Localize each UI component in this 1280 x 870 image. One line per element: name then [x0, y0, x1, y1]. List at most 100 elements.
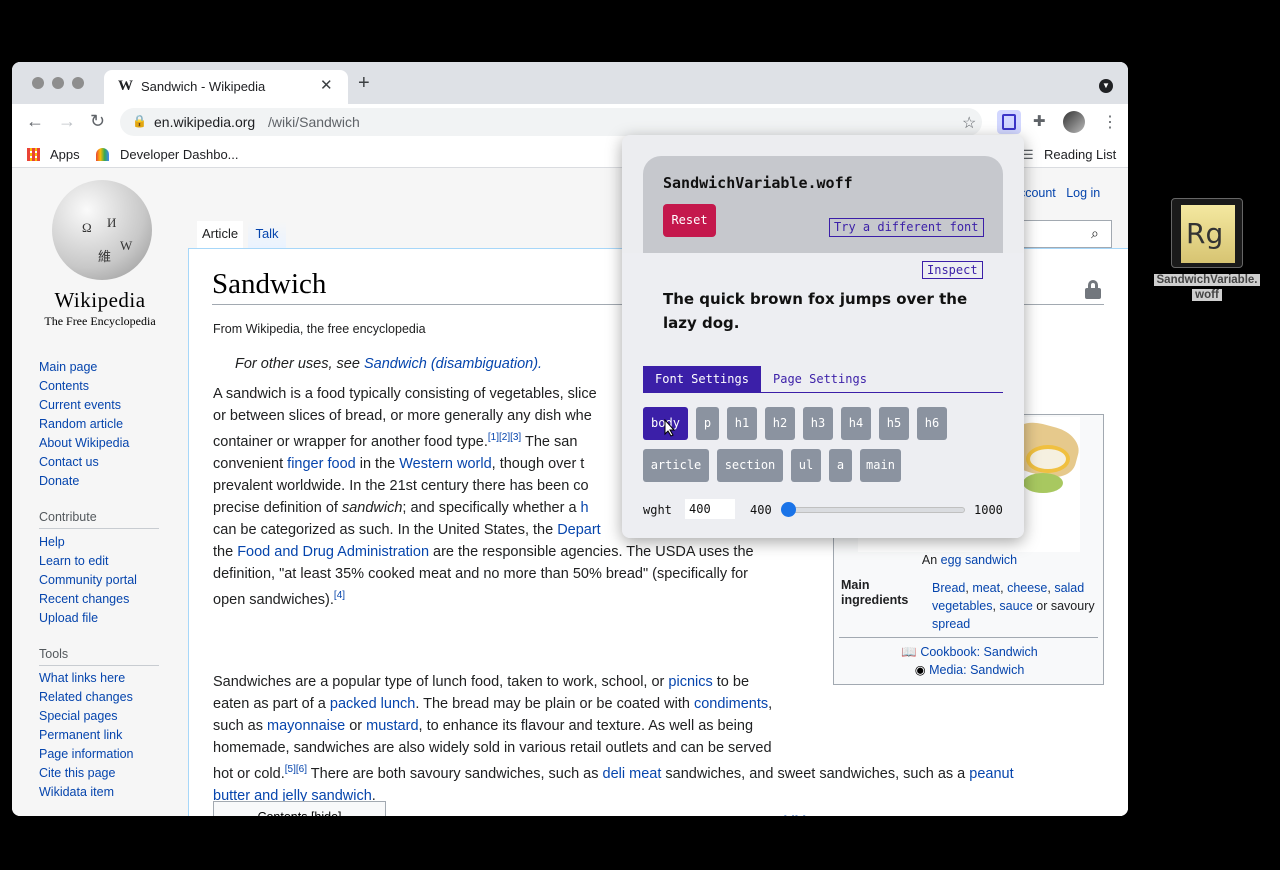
- commons-icon: ◉: [914, 663, 926, 677]
- nav-donate[interactable]: Donate: [39, 472, 129, 491]
- nav-community-portal[interactable]: Community portal: [39, 571, 137, 590]
- link-meat[interactable]: meat: [972, 581, 1000, 595]
- nav-page-information[interactable]: Page information: [39, 745, 134, 764]
- element-button-main[interactable]: main: [860, 449, 901, 482]
- nav-related-changes[interactable]: Related changes: [39, 688, 134, 707]
- fontgauntlet-extension-icon[interactable]: [997, 110, 1021, 134]
- tab-page-settings[interactable]: Page Settings: [773, 366, 867, 393]
- reset-button[interactable]: Reset: [663, 204, 716, 237]
- apps-grid-icon[interactable]: [27, 148, 40, 161]
- article-paragraph: Sandwiches are a popular type of lunch f…: [213, 674, 1014, 804]
- element-button-a[interactable]: a: [829, 449, 852, 482]
- bookmark-apps[interactable]: Apps: [50, 147, 80, 162]
- nav-help[interactable]: Help: [39, 533, 137, 552]
- element-button-h6[interactable]: h6: [917, 407, 947, 440]
- profile-avatar[interactable]: [1063, 111, 1085, 133]
- link-egg-sandwich[interactable]: egg sandwich: [941, 553, 1017, 567]
- link-finger-food[interactable]: finger food: [287, 456, 356, 472]
- tab-article[interactable]: Article: [197, 221, 243, 248]
- link-condiments[interactable]: condiments: [694, 696, 768, 712]
- nav-cite-this-page[interactable]: Cite this page: [39, 764, 134, 783]
- nav-contents[interactable]: Contents: [39, 377, 129, 396]
- link-sauce[interactable]: sauce: [999, 599, 1032, 613]
- mouse-cursor-icon: [664, 419, 676, 437]
- element-button-h5[interactable]: h5: [879, 407, 909, 440]
- link-media[interactable]: Media: Sandwich: [929, 663, 1024, 677]
- nav-random-article[interactable]: Random article: [39, 415, 129, 434]
- lock-icon[interactable]: 🔒: [132, 114, 147, 128]
- element-button-body[interactable]: body: [643, 407, 688, 440]
- link-cookbook[interactable]: Cookbook: Sandwich: [920, 645, 1037, 659]
- element-button-h4[interactable]: h4: [841, 407, 871, 440]
- reload-icon[interactable]: ↻: [90, 111, 105, 132]
- nav-current-events[interactable]: Current events: [39, 396, 129, 415]
- browser-menu-icon[interactable]: ⋮: [1102, 112, 1118, 132]
- nav-contact[interactable]: Contact us: [39, 453, 129, 472]
- nav-what-links-here[interactable]: What links here: [39, 669, 134, 688]
- new-tab-icon[interactable]: +: [358, 72, 370, 95]
- element-button-h3[interactable]: h3: [803, 407, 833, 440]
- disambiguation-link[interactable]: Sandwich (disambiguation).: [364, 356, 542, 372]
- axis-value-input[interactable]: [685, 499, 735, 519]
- link-spread[interactable]: spread: [932, 617, 970, 631]
- element-button-article[interactable]: article: [643, 449, 709, 482]
- search-icon[interactable]: ⌕: [1091, 225, 1099, 242]
- extensions-puzzle-icon[interactable]: ✚: [1033, 112, 1046, 130]
- browser-tab[interactable]: W Sandwich - Wikipedia ✕: [104, 70, 348, 104]
- link-packed-lunch[interactable]: packed lunch: [330, 696, 415, 712]
- back-icon[interactable]: ←: [26, 111, 44, 132]
- tab-search-icon[interactable]: ▼: [1099, 79, 1113, 93]
- element-button-h2[interactable]: h2: [765, 407, 795, 440]
- log-in-link[interactable]: Log in: [1066, 186, 1100, 200]
- axis-slider-track[interactable]: [782, 507, 965, 513]
- desktop-file-name[interactable]: SandwichVariable. woff: [1148, 273, 1266, 303]
- minimize-window-button[interactable]: [52, 77, 64, 89]
- close-tab-icon[interactable]: ✕: [320, 76, 333, 94]
- cookbook-icon: 📖: [901, 645, 917, 659]
- nav-wikidata-item[interactable]: Wikidata item: [39, 783, 134, 802]
- bookmark-star-icon[interactable]: ☆: [962, 113, 976, 133]
- nav-recent-changes[interactable]: Recent changes: [39, 590, 137, 609]
- axis-slider-thumb[interactable]: [781, 502, 796, 517]
- forward-icon[interactable]: →: [58, 111, 76, 132]
- link-deli-meat[interactable]: deli meat: [603, 766, 662, 782]
- tab-talk[interactable]: Talk: [248, 221, 286, 248]
- try-different-font-button[interactable]: Try a different font: [829, 218, 984, 237]
- nav-upload-file[interactable]: Upload file: [39, 609, 137, 628]
- wikipedia-wordmark[interactable]: Wikipedia: [40, 288, 160, 313]
- desktop-font-file[interactable]: Rg: [1171, 198, 1243, 268]
- wiki-search-input[interactable]: ⌕: [1022, 220, 1112, 248]
- nav-about[interactable]: About Wikipedia: [39, 434, 129, 453]
- inspect-button[interactable]: Inspect: [922, 261, 983, 279]
- nav-main-page[interactable]: Main page: [39, 358, 129, 377]
- nav-learn-to-edit[interactable]: Learn to edit: [39, 552, 137, 571]
- link-usda[interactable]: Depart: [557, 522, 601, 538]
- close-window-button[interactable]: [32, 77, 44, 89]
- bookmark-developer-dashboard[interactable]: Developer Dashbo...: [120, 147, 239, 162]
- table-of-contents[interactable]: Contents [hide]: [213, 801, 386, 816]
- address-bar[interactable]: 🔒 en.wikipedia.org /wiki/Sandwich: [120, 108, 982, 136]
- link-mayonnaise[interactable]: mayonnaise: [267, 718, 345, 734]
- link-bread[interactable]: Bread: [932, 581, 965, 595]
- element-button-ul[interactable]: ul: [791, 449, 821, 482]
- reading-list-button[interactable]: Reading List: [1044, 147, 1116, 162]
- link-fda[interactable]: Food and Drug Administration: [237, 544, 429, 560]
- link-cheese[interactable]: cheese: [1007, 581, 1047, 595]
- wikipedia-globe-logo-icon[interactable]: ΩИ維W: [52, 180, 152, 280]
- nav-special-pages[interactable]: Special pages: [39, 707, 134, 726]
- divider: [839, 637, 1098, 638]
- maximize-window-button[interactable]: [72, 77, 84, 89]
- link-western-world[interactable]: Western world: [399, 456, 491, 472]
- settings-tabs: Font Settings Page Settings: [643, 366, 1003, 393]
- padlock-icon[interactable]: [1085, 280, 1101, 299]
- link-hot-dog[interactable]: h: [581, 500, 589, 516]
- link-mustard[interactable]: mustard: [366, 718, 418, 734]
- link-picnics[interactable]: picnics: [668, 674, 712, 690]
- element-button-h1[interactable]: h1: [727, 407, 757, 440]
- tab-font-settings[interactable]: Font Settings: [643, 366, 761, 393]
- hatnote: For other uses, see Sandwich (disambigua…: [235, 356, 542, 372]
- nav-permanent-link[interactable]: Permanent link: [39, 726, 134, 745]
- element-button-p[interactable]: p: [696, 407, 719, 440]
- element-button-section[interactable]: section: [717, 449, 783, 482]
- rainbow-icon[interactable]: [96, 148, 109, 161]
